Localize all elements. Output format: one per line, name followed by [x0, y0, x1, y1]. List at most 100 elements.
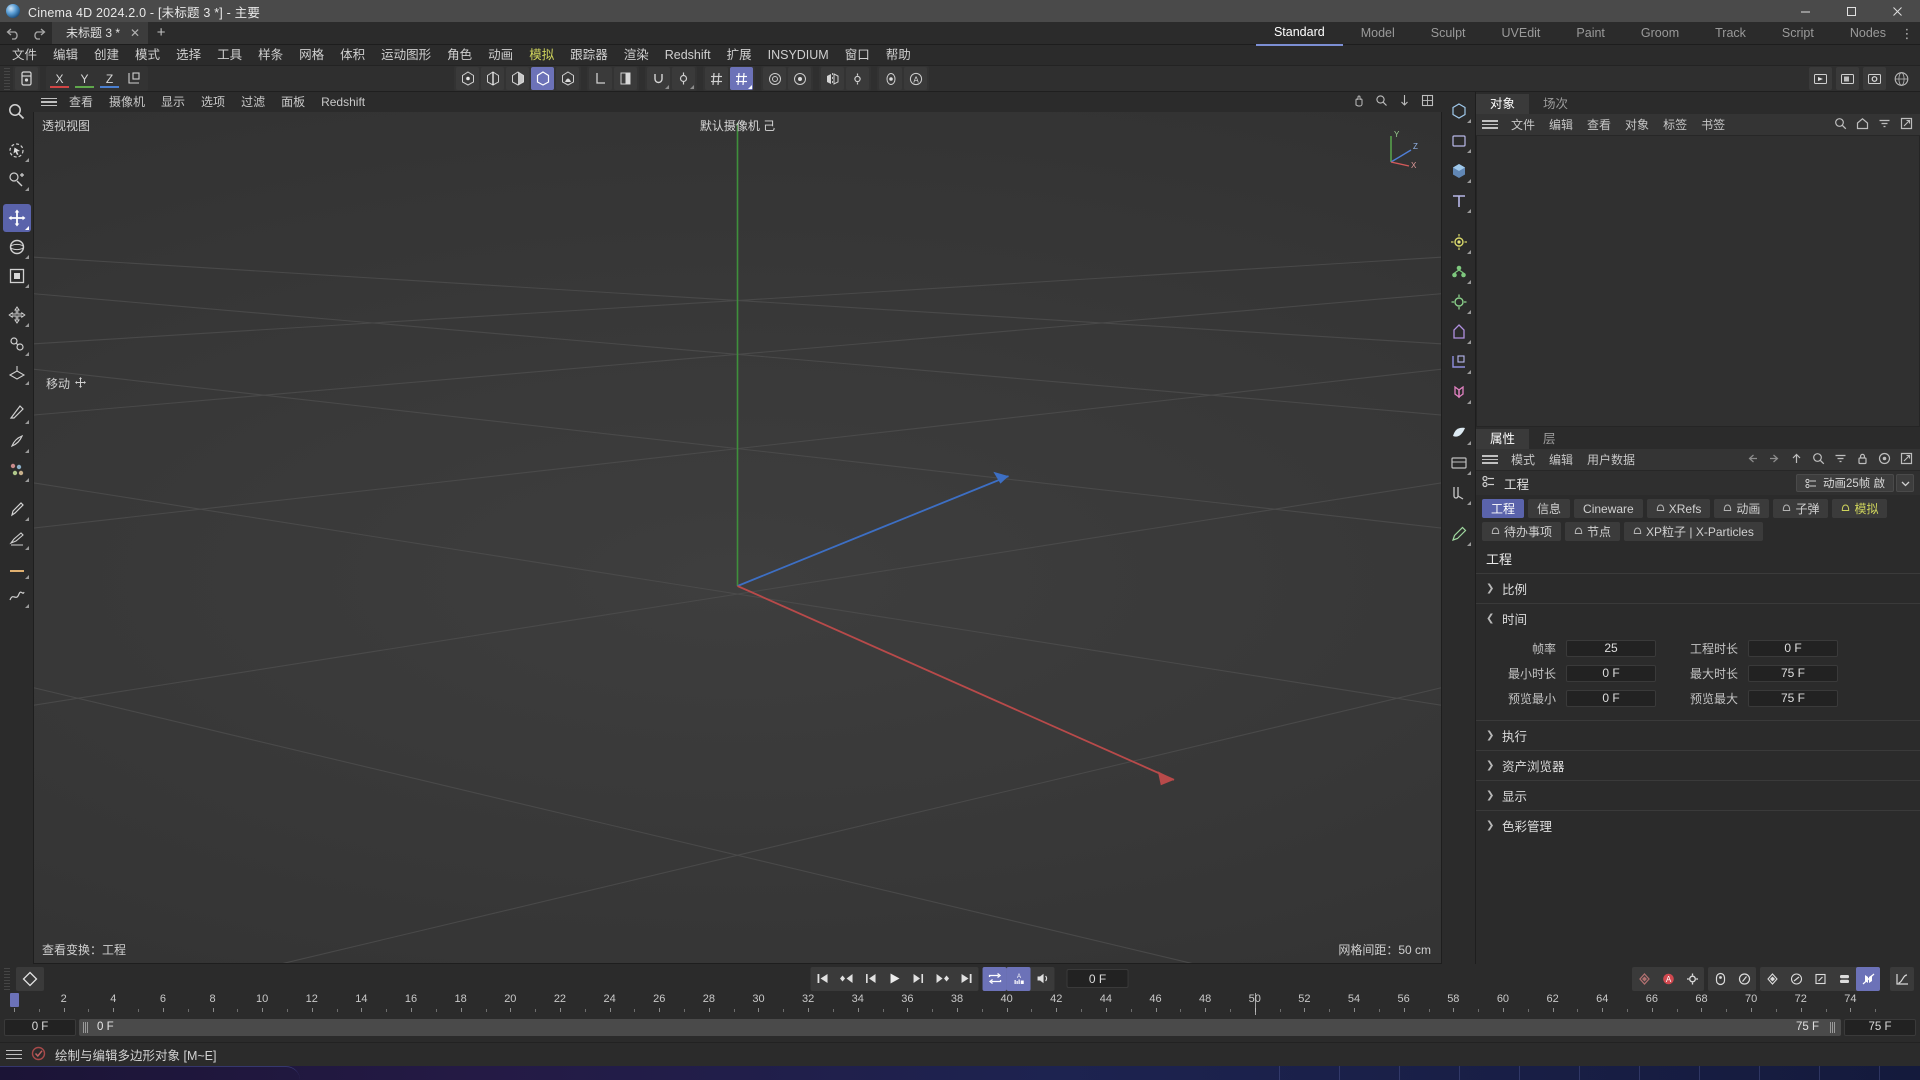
generator-cube-icon[interactable] [1445, 157, 1473, 185]
back-arrow-icon[interactable] [1746, 452, 1759, 468]
selection-settings-icon[interactable] [3, 165, 31, 193]
animation-track-box[interactable]: 动画25帧 啟 [1796, 474, 1894, 492]
move-tool-icon[interactable] [2, 204, 31, 232]
timeline-ruler[interactable]: 0246810121416182022242628303234363840424… [4, 993, 1916, 1017]
axis-y-lock-icon[interactable]: Y [73, 67, 96, 90]
magnifier-select-icon[interactable] [3, 97, 31, 125]
range-end-field[interactable]: 75 F [1844, 1018, 1916, 1036]
menu-item-18[interactable]: 窗口 [837, 45, 878, 66]
object-manager-menu-2[interactable]: 查看 [1580, 114, 1618, 136]
material-icon[interactable] [1445, 419, 1473, 447]
range-start-field[interactable]: 0 F [4, 1018, 76, 1036]
menu-item-10[interactable]: 角色 [439, 45, 480, 66]
object-manager-menu-3[interactable]: 对象 [1618, 114, 1656, 136]
field-value-最小时长[interactable]: 0 F [1566, 664, 1656, 682]
menu-item-3[interactable]: 模式 [127, 45, 168, 66]
record-position-icon[interactable] [1708, 967, 1732, 991]
layout-tab-uvedit[interactable]: UVEdit [1484, 22, 1559, 45]
render-view-icon[interactable] [1809, 67, 1832, 90]
line-tool-icon[interactable] [3, 553, 31, 581]
magnet-snap-icon[interactable] [647, 67, 670, 90]
menu-item-4[interactable]: 选择 [168, 45, 209, 66]
attributes-tab-0[interactable]: 属性 [1476, 429, 1530, 449]
layout-tab-groom[interactable]: Groom [1623, 22, 1697, 45]
simulate-icon[interactable] [1445, 479, 1473, 507]
material-sphere-icon[interactable] [1890, 67, 1913, 90]
hamburger-icon[interactable] [41, 97, 57, 107]
menu-item-9[interactable]: 运动图形 [373, 45, 439, 66]
key-position-icon[interactable] [1760, 967, 1784, 991]
attr-group-execution[interactable]: ❯ 执行 [1476, 720, 1920, 751]
knife-tool-icon[interactable] [3, 398, 31, 426]
key-scale-icon[interactable] [1808, 967, 1832, 991]
maximize-view-icon[interactable] [1421, 94, 1434, 110]
menu-item-19[interactable]: 帮助 [878, 45, 919, 66]
menu-item-5[interactable]: 工具 [209, 45, 250, 66]
lock-icon[interactable] [1856, 452, 1869, 468]
snap-settings-icon[interactable] [672, 67, 695, 90]
environment-icon[interactable] [1445, 288, 1473, 316]
menu-item-12[interactable]: 模拟 [521, 45, 562, 66]
grid-lock-icon[interactable] [730, 67, 753, 90]
layout-tab-track[interactable]: Track [1697, 22, 1764, 45]
scene-icon[interactable] [1445, 318, 1473, 346]
menu-item-7[interactable]: 网格 [291, 45, 332, 66]
attr-group-color-management[interactable]: ❯ 色彩管理 [1476, 811, 1920, 840]
mograph-cloner-icon[interactable] [1445, 378, 1473, 406]
prev-keyframe-icon[interactable] [835, 967, 859, 991]
autokey-icon[interactable]: A [1656, 967, 1680, 991]
attribute-tab-4[interactable]: 动画 [1714, 499, 1770, 518]
attr-group-display[interactable]: ❯ 显示 [1476, 781, 1920, 811]
loop-icon[interactable] [982, 966, 1007, 991]
close-icon[interactable]: ✕ [130, 27, 140, 39]
key-pla-icon[interactable] [1856, 966, 1880, 991]
home-icon[interactable] [1856, 117, 1869, 133]
symmetry-icon[interactable] [821, 67, 844, 90]
spline-pen-icon[interactable] [3, 524, 31, 552]
step-forward-icon[interactable] [907, 967, 931, 991]
document-tab[interactable]: 未标题 3 * ✕ [52, 21, 149, 44]
go-to-start-icon[interactable] [811, 967, 835, 991]
up-arrow-icon[interactable] [1790, 452, 1803, 468]
attribute-tab-7[interactable]: 待办事项 [1482, 522, 1562, 541]
menu-item-8[interactable]: 体积 [332, 45, 373, 66]
viewport-menu-1[interactable]: 摄像机 [101, 92, 153, 112]
viewport-menu-3[interactable]: 选项 [193, 92, 233, 112]
field-value-预览最大[interactable]: 75 F [1748, 689, 1838, 707]
search-icon[interactable] [1834, 117, 1847, 133]
timeline-playhead[interactable] [10, 993, 19, 1007]
cube-primitive-icon[interactable] [1445, 97, 1473, 125]
layout-tab-nodes[interactable]: Nodes [1832, 22, 1904, 45]
attr-group-scale[interactable]: ❯ 比例 [1476, 574, 1920, 604]
magnet-tool-icon[interactable] [3, 330, 31, 358]
keyframe-settings-icon[interactable] [1680, 967, 1704, 991]
rotate-tool-icon[interactable] [3, 233, 31, 261]
edge-mode-icon[interactable] [481, 67, 504, 90]
target-icon[interactable] [788, 67, 811, 90]
record-rotation-icon[interactable] [1732, 967, 1756, 991]
viewport-menu-6[interactable]: Redshift [313, 92, 373, 112]
symmetry-settings-icon[interactable] [846, 67, 869, 90]
scale-tool-icon[interactable] [3, 262, 31, 290]
polygon-mode-icon[interactable] [506, 67, 529, 90]
axis-z-lock-icon[interactable]: Z [98, 67, 121, 90]
spline-rect-icon[interactable] [1445, 127, 1473, 155]
undo-icon[interactable] [6, 26, 21, 40]
sound-track-icon[interactable]: A [1006, 966, 1031, 991]
paint-tool-icon[interactable] [3, 456, 31, 484]
key-param-icon[interactable] [1832, 967, 1856, 991]
attribute-tab-2[interactable]: Cineware [1574, 499, 1643, 518]
zoom-icon[interactable] [1375, 94, 1388, 110]
texture-mode-icon[interactable] [556, 67, 579, 90]
camera-axis-icon[interactable] [1445, 348, 1473, 376]
layout-tab-script[interactable]: Script [1764, 22, 1832, 45]
redo-icon[interactable] [31, 26, 46, 40]
hamburger-icon[interactable] [1482, 120, 1498, 129]
menu-item-15[interactable]: Redshift [657, 45, 719, 66]
play-icon[interactable] [883, 967, 907, 991]
object-manager-menu-5[interactable]: 书签 [1694, 114, 1732, 136]
close-button[interactable] [1874, 0, 1920, 22]
next-keyframe-icon[interactable] [931, 967, 955, 991]
attributes-menu-1[interactable]: 编辑 [1542, 449, 1580, 471]
layout-tab-standard[interactable]: Standard [1255, 21, 1343, 46]
